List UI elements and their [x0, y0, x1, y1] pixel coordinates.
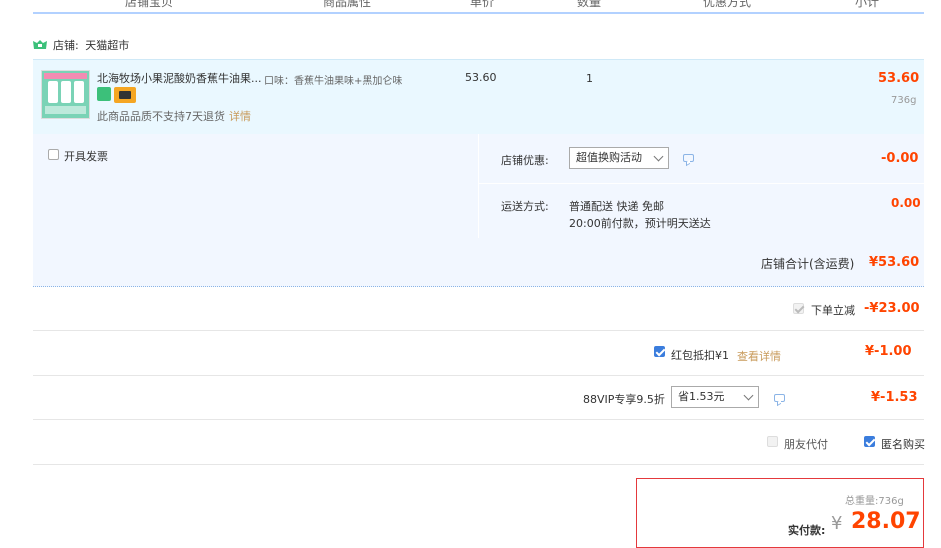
col-header-item: 店铺宝贝 [125, 0, 174, 9]
vip-discount-select-value: 省1.53元 [678, 390, 725, 403]
unit-price: 53.60 [465, 71, 497, 84]
shipping-note: 20:00前付款，预计明天送达 [569, 217, 711, 230]
actual-pay-label: 实付款: [788, 524, 826, 537]
total-weight: 总重量:736g [845, 492, 904, 507]
redpacket-detail-link[interactable]: 查看详情 [737, 348, 781, 364]
shop-discount-label: 店铺优惠: [501, 154, 549, 167]
redpacket-value: ¥-1.00 [865, 344, 912, 359]
item-weight: 736g [891, 95, 917, 106]
redpacket-label: 红包抵扣¥1 [671, 349, 729, 362]
chat-icon[interactable] [774, 394, 785, 402]
actual-pay-amount: 28.07 [851, 509, 921, 534]
col-header-attr: 商品属性 [323, 0, 372, 9]
credit-card-badge-icon [114, 87, 136, 103]
friend-pay-checkbox [767, 436, 778, 447]
guarantee-badge-icon [97, 87, 111, 101]
vip-discount-label: 88VIP专享9.5折 [583, 393, 665, 406]
chevron-down-icon [743, 390, 754, 401]
shipping-label: 运送方式: [501, 200, 549, 213]
shop-discount-amount: -0.00 [881, 151, 919, 166]
currency-symbol: ¥ [831, 513, 843, 534]
instant-discount-label: 下单立减 [811, 304, 855, 317]
shop-total-label: 店铺合计(含运费) [761, 257, 855, 271]
chevron-down-icon [653, 151, 664, 162]
invoice-checkbox[interactable] [48, 149, 59, 160]
shop-discount-select-value: 超值换购活动 [576, 151, 642, 164]
total-weight-label: 总重量: [845, 496, 879, 507]
return-policy: 此商品品质不支持7天退货 详情 [97, 108, 251, 124]
col-header-price: 单价 [470, 0, 495, 9]
instant-discount-value: -¥23.00 [864, 301, 920, 316]
chat-icon[interactable] [683, 154, 694, 162]
friend-pay-label: 朋友代付 [784, 438, 828, 451]
shipping-method: 普通配送 快递 免邮 [569, 200, 664, 213]
anonymous-checkbox[interactable] [864, 436, 875, 447]
return-note: 此商品品质不支持7天退货 [97, 110, 225, 123]
quantity: 1 [586, 72, 593, 85]
product-name-link[interactable]: 北海牧场小果泥酸奶香蕉牛油果... [97, 70, 262, 86]
redpacket-checkbox[interactable] [654, 346, 665, 357]
total-weight-value: 736g [878, 496, 904, 507]
instant-discount-checkbox [793, 303, 804, 314]
shop-discount-select[interactable]: 超值换购活动 [569, 147, 669, 169]
anonymous-label: 匿名购买 [881, 438, 925, 451]
invoice-label: 开具发票 [64, 150, 108, 163]
col-header-qty: 数量 [577, 0, 602, 9]
vip-discount-select[interactable]: 省1.53元 [671, 386, 759, 408]
shop-line: 店铺: 天猫超市 [33, 37, 129, 53]
product-thumbnail[interactable] [41, 70, 90, 119]
tmall-shop-icon [33, 40, 47, 49]
item-subtotal: 53.60 [878, 71, 920, 86]
shop-label: 店铺: [53, 39, 79, 52]
shipping-amount: 0.00 [891, 196, 921, 210]
cart-table-header: 店铺宝贝 商品属性 单价 数量 优惠方式 小计 [33, 0, 924, 14]
return-detail-link[interactable]: 详情 [229, 110, 251, 123]
shop-total-value: ¥53.60 [869, 255, 920, 270]
shop-name[interactable]: 天猫超市 [85, 39, 129, 52]
product-attribute: 口味：香蕉牛油果味+黑加仑味 [264, 76, 403, 87]
col-header-subtotal: 小计 [855, 0, 880, 9]
col-header-discount: 优惠方式 [703, 0, 752, 9]
vip-discount-value: ¥-1.53 [871, 390, 918, 405]
